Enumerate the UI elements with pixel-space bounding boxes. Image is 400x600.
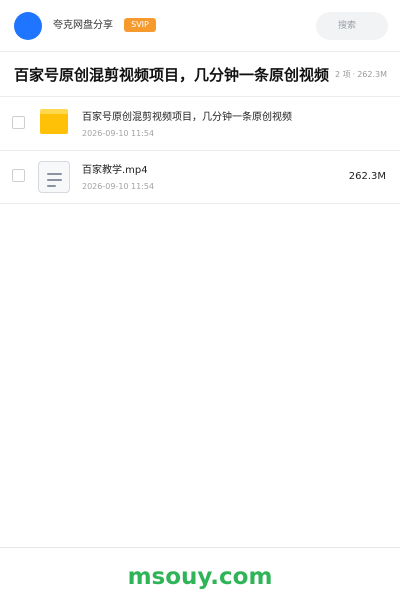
avatar[interactable] <box>14 12 42 40</box>
page-title: 百家号原创混剪视频项目，几分钟一条原创视频 <box>14 66 330 84</box>
share-title-bar: 百家号原创混剪视频项目，几分钟一条原创视频 2 项 · 262.3M <box>0 53 400 97</box>
file-name[interactable]: 百家教学.mp4 <box>82 164 148 178</box>
folder-icon <box>38 108 70 140</box>
total-size: 262.3M <box>357 70 387 79</box>
share-meta: 2 项 · 262.3M <box>335 69 387 81</box>
watermark: msouy.com <box>127 564 273 590</box>
footer-bar: msouy.com <box>0 547 400 600</box>
document-icon <box>38 161 70 193</box>
select-checkbox[interactable] <box>12 116 25 129</box>
select-checkbox[interactable] <box>12 169 25 182</box>
share-header: 夸克网盘分享 SVIP 搜索 <box>0 0 400 52</box>
svip-badge: SVIP <box>124 18 156 32</box>
app-name: 夸克网盘分享 <box>53 20 113 31</box>
search-input[interactable]: 搜索 <box>316 12 388 40</box>
file-row-folder[interactable]: 百家号原创混剪视频项目，几分钟一条原创视频 2026-09-10 11:54 <box>0 97 400 151</box>
file-name[interactable]: 百家号原创混剪视频项目，几分钟一条原创视频 <box>82 111 292 125</box>
item-count: 2 项 <box>335 70 351 79</box>
file-date: 2026-09-10 11:54 <box>82 182 155 191</box>
file-date: 2026-09-10 11:54 <box>82 129 155 138</box>
file-size: 262.3M <box>348 171 386 182</box>
meta-separator: · <box>352 70 356 79</box>
file-row-video[interactable]: 百家教学.mp4 2026-09-10 11:54 262.3M <box>0 150 400 204</box>
